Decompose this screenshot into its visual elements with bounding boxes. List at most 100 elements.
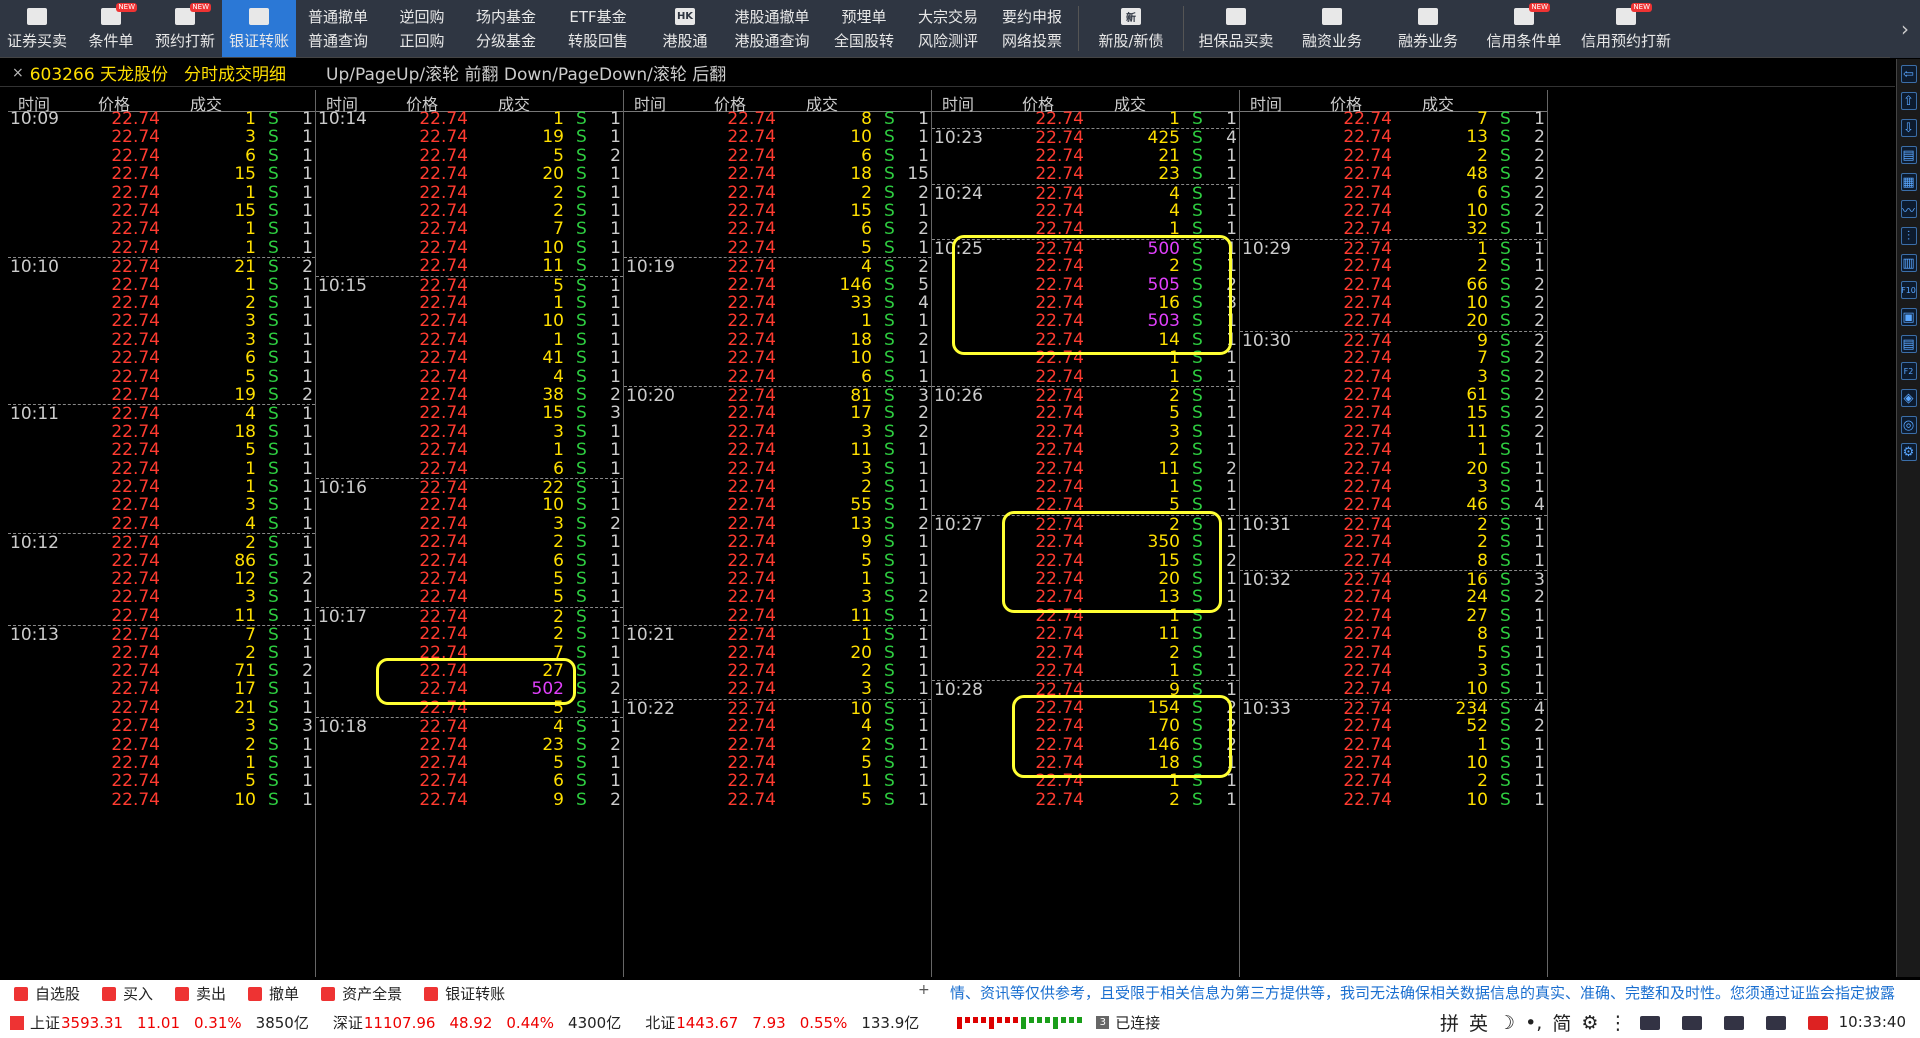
tick-row[interactable]: 22.74 505 S 2 [932, 275, 1239, 294]
tick-row[interactable]: 22.74 20 S 2 [1240, 312, 1547, 331]
tick-row[interactable]: 22.74 48 S 2 [1240, 165, 1547, 184]
tick-row[interactable]: 22.74 11 S 1 [8, 606, 315, 625]
tick-row[interactable]: 22.74 11 S 2 [932, 459, 1239, 478]
side-tool-icon-14[interactable]: ⚙ [1900, 443, 1917, 461]
monitor-icon[interactable] [1724, 1015, 1744, 1030]
tick-row[interactable]: 22.74 5 S 1 [8, 367, 315, 386]
tick-row[interactable]: 22.74 46 S 4 [1240, 496, 1547, 515]
tick-row[interactable]: 22.74 1 S 1 [316, 330, 623, 349]
tick-row[interactable]: 22.74 7 S 1 [1240, 110, 1547, 129]
tick-row[interactable]: 22.74 15 S 3 [316, 404, 623, 423]
tick-row[interactable]: 22.74 3 S 1 [932, 422, 1239, 441]
tick-row[interactable]: 22.74 2 S 1 [932, 643, 1239, 662]
tick-row[interactable]: 22.74 5 S 1 [624, 754, 931, 773]
tick-row[interactable]: 22.74 10 S 1 [316, 496, 623, 515]
tick-row[interactable]: 22.74 1 S 1 [8, 754, 315, 773]
toolbar-button-4-bottom[interactable]: 普通查询 [308, 29, 368, 53]
tick-row[interactable]: 10:13 22.74 7 S 1 [8, 625, 315, 645]
tick-row[interactable]: 10:29 22.74 1 S 1 [1240, 238, 1547, 258]
tick-row[interactable]: 22.74 1 S 1 [932, 367, 1239, 386]
side-tool-icon-13[interactable]: ◎ [1900, 416, 1917, 434]
tick-row[interactable]: 22.74 17 S 2 [624, 404, 931, 423]
tick-row[interactable]: 22.74 3 S 1 [316, 422, 623, 441]
side-tool-icon-1[interactable]: ⇧ [1900, 92, 1917, 110]
tick-row[interactable]: 10:19 22.74 4 S 2 [624, 257, 931, 277]
bottom-button-1[interactable]: 买入 [102, 983, 153, 1004]
ime-item-6[interactable]: ⋮ [1608, 1012, 1627, 1034]
tick-row[interactable]: 22.74 11 S 1 [624, 606, 931, 625]
side-tool-icon-0[interactable]: ⇦ [1900, 65, 1917, 83]
side-tool-icon-2[interactable]: ⇩ [1900, 119, 1917, 137]
tick-row[interactable]: 22.74 55 S 1 [624, 496, 931, 515]
tick-row[interactable]: 22.74 3 S 2 [316, 514, 623, 533]
tick-row[interactable]: 22.74 2 S 2 [624, 183, 931, 202]
toolbar-button-16[interactable]: 担保品买卖 [1188, 0, 1284, 57]
toolbar-button-20[interactable]: NEW 信用预约打新 [1572, 0, 1680, 57]
tick-row[interactable]: 22.74 1 S 1 [932, 478, 1239, 497]
tick-row[interactable]: 10:14 22.74 1 S 1 [316, 110, 623, 129]
tick-row[interactable]: 22.74 3 S 1 [8, 330, 315, 349]
tick-row[interactable]: 22.74 1 S 1 [8, 478, 315, 497]
toolbar-button-5-top[interactable]: 逆回购 [399, 5, 444, 29]
tick-row[interactable]: 10:27 22.74 2 S 1 [932, 514, 1239, 534]
tick-row[interactable]: 10:22 22.74 10 S 1 [624, 698, 931, 718]
ime-item-4[interactable]: 简 [1552, 1009, 1571, 1036]
tick-row[interactable]: 22.74 1 S 1 [8, 220, 315, 239]
tick-row[interactable]: 22.74 8 S 1 [1240, 551, 1547, 570]
ime-item-5[interactable]: ⚙ [1581, 1012, 1598, 1034]
tick-row[interactable]: 22.74 7 S 1 [316, 220, 623, 239]
tick-row[interactable]: 22.74 13 S 1 [932, 588, 1239, 607]
tick-row[interactable]: 22.74 502 S 2 [316, 680, 623, 699]
tick-row[interactable]: 22.74 3 S 1 [1240, 478, 1547, 497]
tick-row[interactable]: 10:15 22.74 5 S 1 [316, 275, 623, 295]
toolbar-button-11-top[interactable]: 大宗交易 [918, 5, 978, 29]
tick-row[interactable]: 22.74 14 S 1 [932, 330, 1239, 349]
toolbar-button-9-bottom[interactable]: 港股通查询 [734, 29, 809, 53]
toolbar-button-17[interactable]: 融资业务 [1284, 0, 1380, 57]
tick-row[interactable]: 22.74 10 S 1 [316, 312, 623, 331]
tick-row[interactable]: 22.74 2 S 1 [8, 294, 315, 313]
toolbar-button-10-bottom[interactable]: 全国股转 [834, 29, 894, 53]
tick-row[interactable]: 22.74 3 S 3 [8, 717, 315, 736]
side-tool-icon-9[interactable]: ▣ [1900, 308, 1917, 326]
toolbar-button-3[interactable]: 银证转账 [222, 0, 296, 57]
tick-row[interactable]: 22.74 2 S 1 [8, 643, 315, 662]
tick-row[interactable]: 22.74 2 S 1 [316, 533, 623, 552]
tick-row[interactable]: 22.74 15 S 2 [1240, 404, 1547, 423]
tick-row[interactable]: 22.74 3 S 1 [8, 496, 315, 515]
tick-row[interactable]: 22.74 5 S 1 [8, 441, 315, 460]
tick-row[interactable]: 10:28 22.74 9 S 1 [932, 680, 1239, 700]
bottom-button-2[interactable]: 卖出 [175, 983, 226, 1004]
toolbar-button-11-bottom[interactable]: 风险测评 [918, 29, 978, 53]
tick-row[interactable]: 22.74 61 S 2 [1240, 386, 1547, 405]
tick-row[interactable]: 22.74 21 S 1 [8, 698, 315, 717]
side-tool-icon-8[interactable]: F10 [1900, 281, 1917, 299]
tick-row[interactable]: 22.74 6 S 1 [8, 349, 315, 368]
tick-row[interactable]: 22.74 10 S 1 [316, 238, 623, 257]
tick-row[interactable]: 22.74 10 S 1 [1240, 680, 1547, 699]
tick-row[interactable]: 22.74 10 S 1 [624, 349, 931, 368]
tick-row[interactable]: 22.74 27 S 1 [316, 662, 623, 681]
ime-item-1[interactable]: 英 [1469, 1009, 1488, 1036]
tick-row[interactable]: 22.74 32 S 1 [1240, 220, 1547, 239]
toolbar-button-18[interactable]: 融券业务 [1380, 0, 1476, 57]
tick-row[interactable]: 22.74 5 S 1 [624, 790, 931, 809]
tick-row[interactable]: 22.74 6 S 1 [624, 146, 931, 165]
tick-row[interactable]: 22.74 5 S 1 [932, 496, 1239, 515]
tick-row[interactable]: 10:30 22.74 9 S 2 [1240, 330, 1547, 350]
tick-row[interactable]: 22.74 11 S 1 [624, 441, 931, 460]
tick-row[interactable]: 22.74 21 S 1 [932, 146, 1239, 165]
tick-row[interactable]: 22.74 11 S 2 [1240, 422, 1547, 441]
tick-row[interactable]: 22.74 15 S 1 [8, 165, 315, 184]
tick-row[interactable]: 22.74 38 S 2 [316, 386, 623, 405]
tick-row[interactable]: 10:26 22.74 2 S 1 [932, 386, 1239, 405]
tick-row[interactable]: 10:11 22.74 4 S 1 [8, 404, 315, 424]
tick-row[interactable]: 22.74 27 S 1 [1240, 606, 1547, 625]
ime-item-2[interactable]: ☽ [1498, 1012, 1515, 1034]
tick-row[interactable]: 22.74 146 S 2 [932, 735, 1239, 754]
tick-row[interactable]: 10:25 22.74 500 S 1 [932, 238, 1239, 258]
tick-row[interactable]: 22.74 13 S 2 [624, 514, 931, 533]
toolbar-button-10-top[interactable]: 预埋单 [841, 5, 886, 29]
toolbar-button-6-bottom[interactable]: 分级基金 [476, 29, 536, 53]
tick-row[interactable]: 22.74 1 S 1 [932, 662, 1239, 681]
